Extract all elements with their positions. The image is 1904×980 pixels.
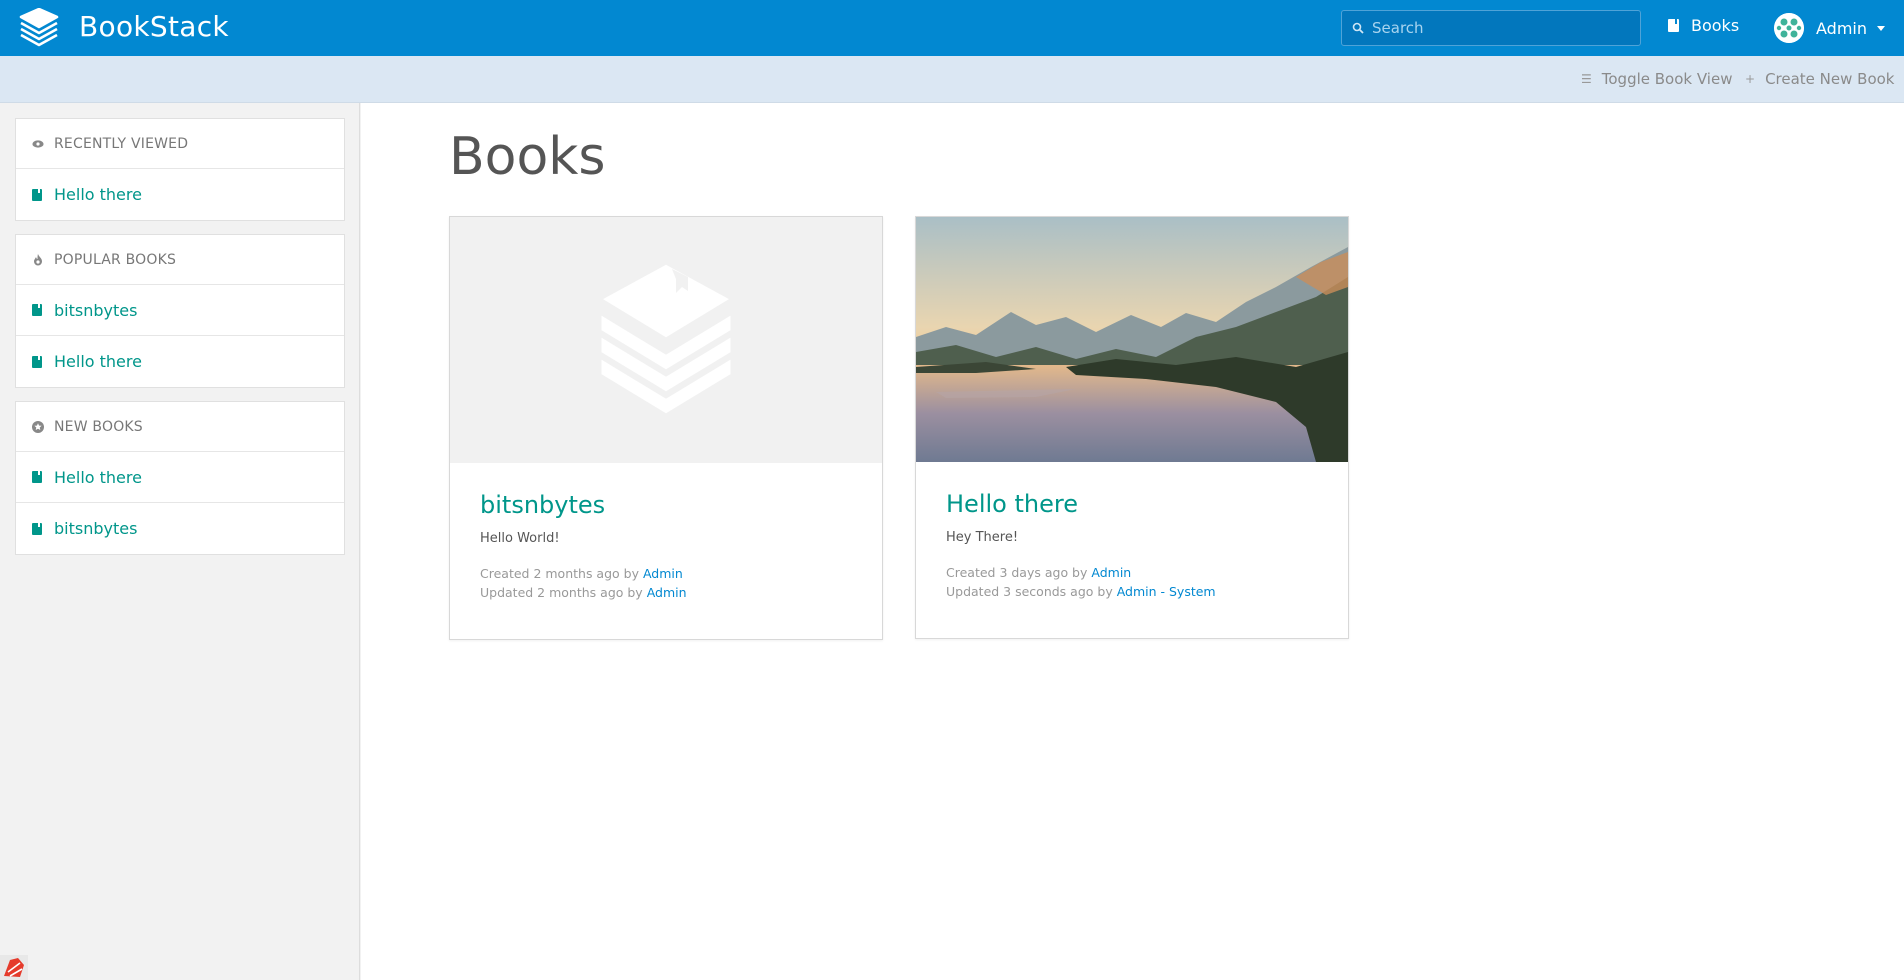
book-cover-placeholder[interactable] [450,217,882,463]
book-title-link[interactable]: Hello there [946,490,1318,518]
list-item-label: Hello there [54,185,142,204]
created-text: Created 2 months ago by [480,566,639,581]
created-by-link[interactable]: Admin [643,566,683,581]
top-header: BookStack Books Admin [0,0,1904,56]
book-icon [32,355,42,368]
nav-books-link[interactable]: Books [1668,16,1739,35]
toggle-book-view-label: Toggle Book View [1601,70,1733,88]
list-item-label: Hello there [54,352,142,371]
panel-title: NEW BOOKS [54,418,143,435]
recently-viewed-panel: RECENTLY VIEWED Hello there [15,118,345,221]
list-item-label: bitsnbytes [54,300,138,320]
updated-line: Updated 2 months ago by Admin [480,583,852,602]
book-description: Hello World! [480,531,560,546]
sidebar: RECENTLY VIEWED Hello there POPULAR BOOK… [0,103,360,980]
search-box[interactable] [1341,10,1641,46]
lake-landscape-image [916,217,1348,462]
plus-icon: + [1745,72,1756,86]
star-icon [32,420,44,433]
updated-by-link[interactable]: Admin - System [1117,584,1216,599]
book-description: Hey There! [946,530,1019,545]
book-icon [32,304,42,316]
book-icon [32,471,42,483]
toggle-book-view-button[interactable]: ☰ Toggle Book View [1581,70,1732,88]
updated-text: Updated 3 seconds ago by [946,584,1113,599]
book-icon [1668,19,1679,32]
debug-toolbar-icon[interactable] [0,955,28,980]
book-card[interactable]: Hello there Hey There! Created 3 days ag… [915,216,1349,639]
bookstack-logo-icon[interactable] [18,8,60,48]
book-icon [32,522,42,535]
updated-by-link[interactable]: Admin [647,585,687,600]
create-new-book-button[interactable]: + Create New Book [1745,70,1895,88]
popular-books-panel: POPULAR BOOKS bitsnbytes Hello there [15,234,345,388]
search-input[interactable] [1372,19,1622,37]
fire-icon [32,253,44,266]
list-item-label: bitsnbytes [54,519,138,538]
new-books-panel: NEW BOOKS Hello there bitsnbytes [15,401,345,555]
list-item[interactable]: bitsnbytes [16,285,344,336]
panel-title: RECENTLY VIEWED [54,135,189,152]
chevron-down-icon [1877,25,1885,31]
list-item[interactable]: bitsnbytes [16,503,344,554]
created-line: Created 2 months ago by Admin [480,564,852,583]
created-line: Created 3 days ago by Admin [946,563,1318,582]
book-cover-image[interactable] [916,217,1348,462]
book-card[interactable]: bitsnbytes Hello World! Created 2 months… [449,216,883,640]
page-title: Books [449,127,606,187]
book-title-link[interactable]: bitsnbytes [480,491,852,519]
updated-text: Updated 2 months ago by [480,585,643,600]
panel-header: NEW BOOKS [16,402,344,452]
action-toolbar: ☰ Toggle Book View + Create New Book [0,56,1904,103]
panel-header: RECENTLY VIEWED [16,119,344,169]
panel-title: POPULAR BOOKS [54,251,177,268]
list-item[interactable]: Hello there [16,169,344,220]
list-item[interactable]: Hello there [16,452,344,503]
user-name: Admin [1816,18,1867,38]
list-item[interactable]: Hello there [16,336,344,387]
avatar [1774,13,1804,43]
create-new-book-label: Create New Book [1765,70,1895,88]
book-meta: Created 3 days ago by Admin Updated 3 se… [946,563,1318,601]
list-item-label: Hello there [54,467,142,487]
updated-line: Updated 3 seconds ago by Admin - System [946,582,1318,601]
created-by-link[interactable]: Admin [1091,565,1131,580]
book-stack-placeholder-icon [598,261,734,417]
user-menu[interactable]: Admin [1774,13,1885,43]
book-meta: Created 2 months ago by Admin Updated 2 … [480,564,852,602]
book-icon [32,188,42,201]
list-icon: ☰ [1581,72,1592,86]
main-content: Books bitsnbytes Hello World! Created 2 … [361,103,1904,980]
app-name[interactable]: BookStack [79,10,229,43]
panel-header: POPULAR BOOKS [16,235,344,285]
created-text: Created 3 days ago by [946,565,1088,580]
nav-books-label: Books [1691,16,1740,35]
eye-icon [32,139,44,148]
search-icon [1352,22,1364,34]
